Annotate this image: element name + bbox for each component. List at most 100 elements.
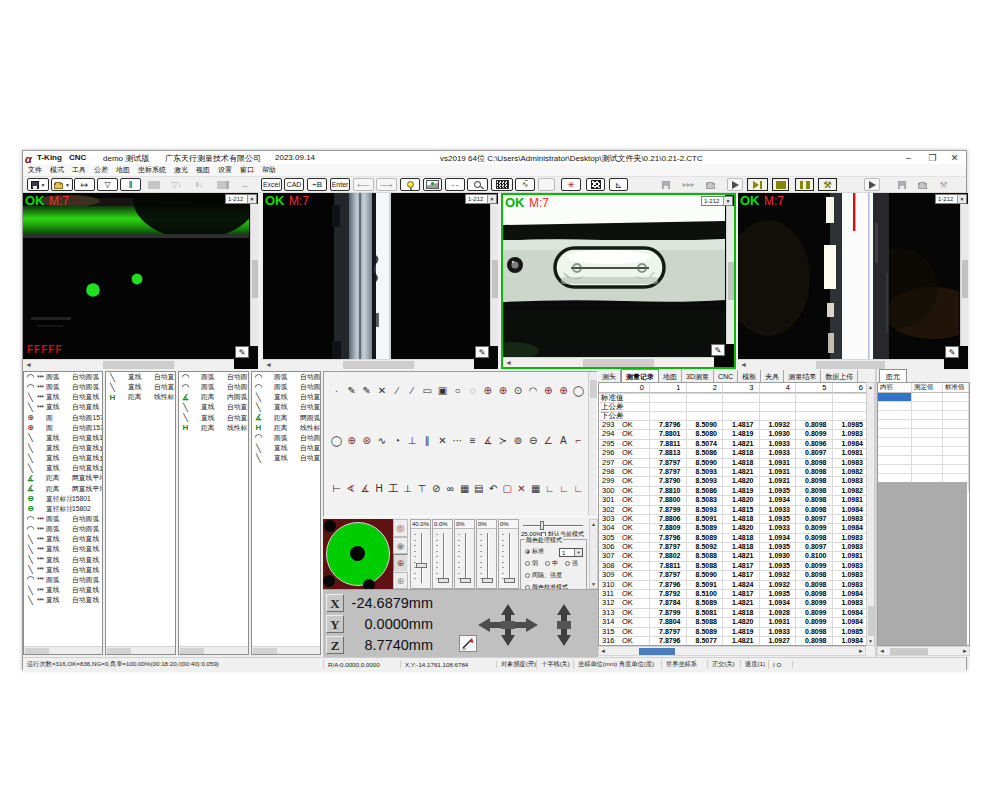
table-row[interactable]: 299OK7.87908.50931.48201.09310.80981.098…: [599, 477, 874, 486]
save-2-button[interactable]: [895, 178, 908, 191]
step-back-button[interactable]: ⟵: [353, 178, 374, 191]
feature-item[interactable]: ╲直线自动直线15: [24, 433, 102, 443]
feature-item[interactable]: ╲直线自动直线15: [24, 443, 102, 453]
feature-item[interactable]: ╲直线自动直线3: [106, 382, 175, 392]
feature-item[interactable]: ╲***直线自动直线: [24, 402, 102, 412]
tools-2-button[interactable]: ⚒: [936, 178, 951, 191]
light-mode-quad-icon[interactable]: ⊕: [393, 554, 408, 572]
table-row[interactable]: 312OK7.87848.50891.48211.09340.80991.098…: [599, 599, 874, 608]
run-auto-button[interactable]: ⚒: [818, 178, 837, 191]
block2-disabled-button[interactable]: [212, 178, 233, 191]
tool-icon-3-18[interactable]: ∟: [572, 482, 585, 495]
tool-icon-3-10[interactable]: ▦: [458, 482, 471, 495]
feature-item[interactable]: ∡距离内圆弧最大: [179, 392, 248, 402]
element-row[interactable]: [878, 438, 969, 447]
tool-icon-2-8[interactable]: ✕: [436, 434, 449, 447]
table-row[interactable]: 302OK7.87998.50931.48151.09330.80981.098…: [599, 506, 874, 515]
probe-down-button[interactable]: ▽: [97, 178, 118, 191]
tool-icon-3-16[interactable]: ∟: [544, 482, 557, 495]
tool-icon-3-13[interactable]: ▢: [501, 482, 514, 495]
camera-view-3[interactable]: OKM:71-212▼◄✎: [501, 193, 736, 369]
save-combo-button[interactable]: ▼: [27, 178, 49, 191]
axis-x-button[interactable]: X: [326, 594, 344, 612]
play-to-end-button[interactable]: [747, 178, 768, 191]
camera-hscrollbar[interactable]: ◄: [738, 359, 944, 369]
excel-export-button[interactable]: Excel: [261, 178, 282, 191]
multi-run-button[interactable]: ▸▸▸: [678, 178, 699, 191]
results-vscrollbar[interactable]: ▲▼: [866, 382, 875, 646]
tool-icon-2-4[interactable]: ∿: [375, 434, 388, 447]
light-slider-1[interactable]: 40.0%: [410, 519, 431, 589]
table-row[interactable]: 316OK7.87968.50771.48211.09270.80981.098…: [599, 637, 874, 646]
camera-fit-button[interactable]: ✎: [711, 344, 725, 356]
tool-icon-3-14[interactable]: ✕: [515, 482, 528, 495]
camera-hscrollbar[interactable]: ◄: [263, 359, 474, 369]
radio-弱[interactable]: 弱: [525, 559, 538, 568]
table-row[interactable]: 310OK7.87968.50911.48241.09320.80981.098…: [599, 581, 874, 590]
tool-icon-1-17[interactable]: ◯: [572, 384, 585, 397]
camera-hscrollbar[interactable]: ◄: [503, 357, 714, 367]
camera-view-1[interactable]: OKM:71-212▼◄✎FFFFF: [23, 193, 258, 369]
curve-view-button[interactable]: ∿̄: [515, 178, 535, 191]
feature-list-hscrollbar[interactable]: [106, 646, 175, 654]
light-mode-coaxial-icon[interactable]: ◉: [393, 537, 408, 555]
camera-vscrollbar[interactable]: [250, 204, 258, 346]
element-row[interactable]: [878, 420, 969, 429]
tool-icon-2-13[interactable]: ⊚: [512, 434, 525, 447]
feature-item[interactable]: ◠***圆弧自动圆弧: [24, 514, 102, 524]
table-row[interactable]: 300OK7.88108.50861.48191.09350.80981.098…: [599, 487, 874, 496]
tab-地图[interactable]: 地图: [659, 370, 682, 382]
tool-icon-2-6[interactable]: ⊥: [406, 434, 419, 447]
menu-item-3[interactable]: 工具: [68, 165, 90, 175]
table-row[interactable]: 296OK7.88138.50861.48181.09330.80971.098…: [599, 449, 874, 458]
camera-range-select[interactable]: 1-212▼: [465, 194, 497, 204]
move-disabled-button[interactable]: ↔: [235, 178, 255, 191]
tab-夹具[interactable]: 夹具: [761, 370, 784, 382]
tool-icon-3-9[interactable]: ∞: [444, 482, 457, 495]
tab-测量记录[interactable]: 测量记录: [621, 369, 659, 382]
table-row[interactable]: 313OK7.87998.50811.48181.09280.80991.098…: [599, 609, 874, 618]
menu-item-2[interactable]: 模式: [46, 165, 68, 175]
feature-item[interactable]: ╲直线自动直线5: [179, 413, 248, 423]
radio-强[interactable]: 强: [565, 559, 578, 568]
feature-item[interactable]: ╲直线自动直线15: [24, 453, 102, 463]
stop-button[interactable]: [772, 178, 789, 191]
feature-item[interactable]: ⊖直径标注15801: [24, 494, 102, 504]
tool-icon-1-3[interactable]: ✎: [360, 384, 373, 397]
camera-range-select[interactable]: 1-212▼: [935, 194, 967, 204]
feature-item[interactable]: ╲***直线自动直线: [24, 565, 102, 575]
chevron-down-icon[interactable]: ▼: [247, 195, 256, 203]
table-row[interactable]: 293OK7.87968.50901.48171.09320.80981.098…: [599, 421, 874, 430]
tool-icon-3-11[interactable]: ▤: [472, 482, 485, 495]
radio-standard[interactable]: 标准: [525, 547, 544, 556]
table-row[interactable]: 309OK7.87978.50901.48171.09320.80981.098…: [599, 571, 874, 580]
menu-item-9[interactable]: 设置: [214, 165, 236, 175]
light-panel-scrollbar[interactable]: ▲▼: [589, 519, 598, 589]
tool-icon-1-10[interactable]: ◌: [466, 384, 479, 397]
menu-item-10[interactable]: 窗口: [236, 165, 258, 175]
feature-item[interactable]: ◠***圆弧自动圆弧: [24, 382, 102, 392]
tool-icon-2-14[interactable]: ⊖: [527, 434, 540, 447]
menu-item-4[interactable]: 公差: [90, 165, 112, 175]
camera-vscrollbar[interactable]: [490, 204, 498, 346]
feature-item[interactable]: ◠***圆弧自动圆弧: [24, 524, 102, 534]
cad-export-button[interactable]: CAD: [284, 178, 304, 191]
feature-item[interactable]: ⊕圆自动圆15793: [24, 413, 102, 423]
camera-view-2[interactable]: OKM:71-212▼◄✎: [263, 193, 498, 369]
tool-icon-2-3[interactable]: ⊛: [360, 434, 373, 447]
table-row[interactable]: 311OK7.87928.51001.48171.09350.80981.098…: [599, 590, 874, 599]
capture-button[interactable]: ‖: [120, 178, 141, 191]
feature-item[interactable]: H距离线性标注34: [106, 392, 175, 402]
chevron-down-icon[interactable]: ▼: [957, 195, 966, 203]
tool-icon-3-1[interactable]: ⊢: [330, 482, 343, 495]
slider-thumb[interactable]: [482, 578, 493, 583]
axis-z-button[interactable]: Z: [326, 636, 344, 654]
element-row[interactable]: [878, 429, 969, 438]
camera-range-select[interactable]: 1-212▼: [701, 196, 733, 206]
table-row[interactable]: 306OK7.87978.50921.48181.09350.80971.098…: [599, 543, 874, 552]
feature-item[interactable]: ◠圆弧自动圆弧5: [179, 382, 248, 392]
tool-icon-1-12[interactable]: ⊕: [496, 384, 509, 397]
jog-arrows[interactable]: [478, 604, 598, 646]
toolbox-scrollbar[interactable]: [588, 372, 597, 516]
tool-icon-1-13[interactable]: ⊙: [512, 384, 525, 397]
